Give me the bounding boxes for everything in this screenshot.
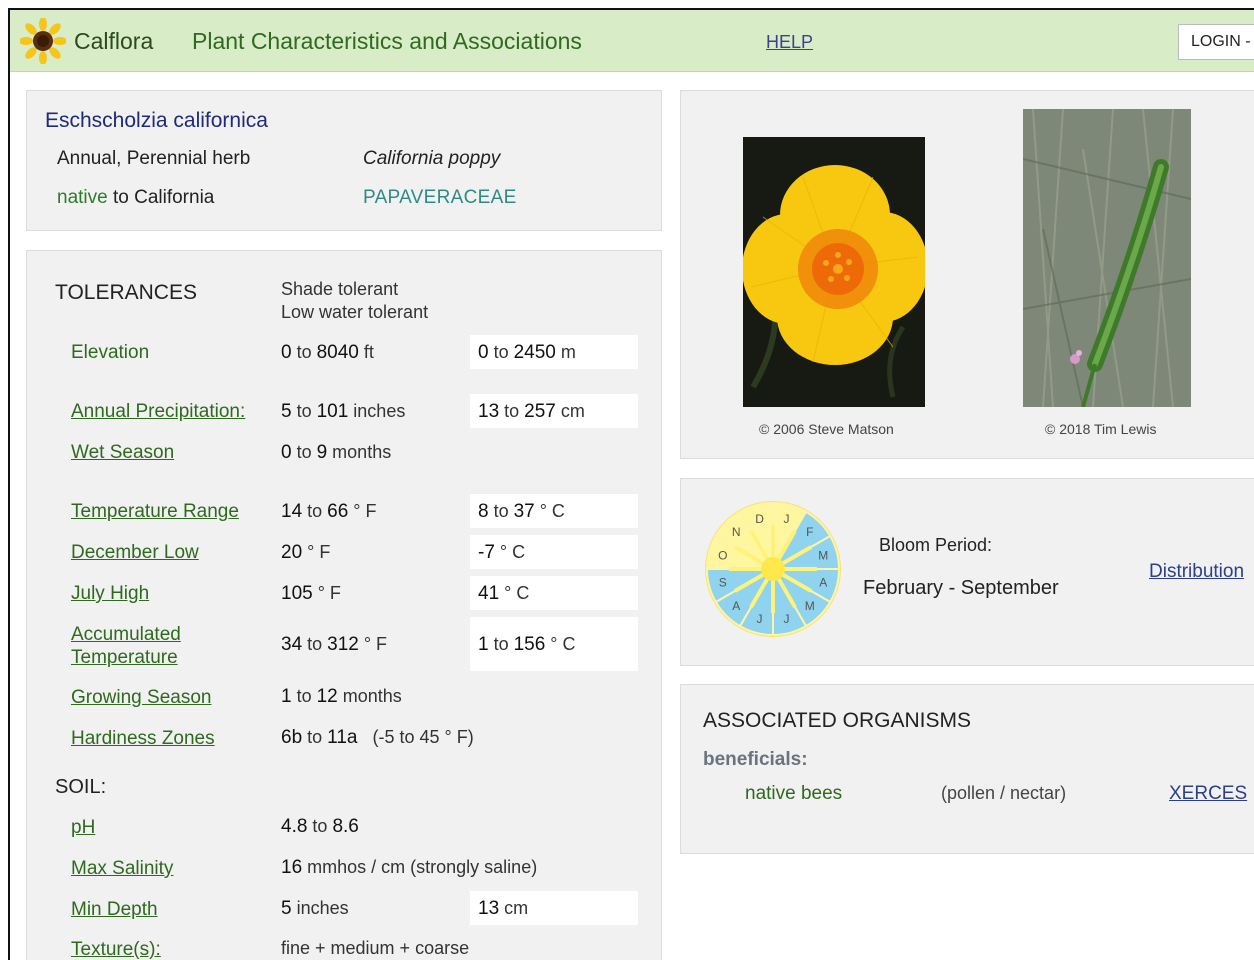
accumulated-temperature-c-box: 1 to 156 ° C (470, 617, 638, 671)
elevation-m-value: 0 to 2450 m (478, 342, 576, 363)
wet-season-link[interactable]: Wet Season (71, 442, 174, 464)
elevation-ft-value: 0 to 8040 ft (281, 342, 374, 363)
precipitation-inches-value: 5 to 101 inches (281, 401, 406, 422)
bloom-month-label-3: M (818, 549, 828, 563)
min-depth-cm-value: 13 cm (478, 898, 529, 919)
tolerances-panel: TOLERANCES Shade tolerant Low water tole… (26, 250, 662, 960)
brand-name[interactable]: Calflora (74, 28, 153, 55)
july-high-c-box: 41 ° C (470, 576, 638, 610)
max-salinity-value: 16 mmhos / cm (strongly saline) (281, 857, 538, 878)
temperature-range-f-value: 14 to 66 ° F (281, 501, 377, 522)
help-link[interactable]: HELP (766, 32, 813, 53)
annual-precipitation-link[interactable]: Annual Precipitation: (71, 401, 245, 423)
ph-link[interactable]: pH (71, 817, 95, 839)
poppy-seedpod-photo[interactable] (1023, 109, 1191, 407)
bloom-period-label: Bloom Period: (879, 535, 993, 555)
bloom-month-label-2: F (806, 525, 813, 539)
bloom-month-label-6: J (783, 612, 789, 626)
july-high-link[interactable]: July High (71, 583, 149, 605)
bloom-month-label-9: S (719, 575, 727, 589)
bloom-period-value: February - September (863, 577, 1059, 599)
common-name: California poppy (363, 148, 501, 169)
texture-value: fine + medium + coarse (281, 938, 470, 958)
accumulated-temperature-link-line1[interactable]: Accumulated (71, 624, 181, 646)
min-depth-link[interactable]: Min Depth (71, 899, 158, 921)
precipitation-cm-box: 13 to 257 cm (470, 394, 638, 428)
organism-name: native bees (745, 783, 843, 804)
poppy-flower-photo[interactable] (743, 137, 925, 407)
bloom-month-label-7: J (757, 612, 763, 626)
bloom-month-label-8: A (732, 599, 740, 613)
bloom-month-label-4: A (819, 575, 827, 589)
native-region: to California (107, 187, 215, 208)
elevation-label: Elevation (71, 342, 150, 363)
soil-heading: SOIL: (55, 776, 107, 798)
login-button[interactable]: LOGIN - (1178, 24, 1254, 60)
bloom-month-label-5: M (805, 599, 815, 613)
page-frame: Calflora Plant Characteristics and Assoc… (8, 8, 1254, 960)
december-low-c-value: -7 ° C (478, 542, 526, 563)
wet-season-value: 0 to 9 months (281, 442, 392, 463)
water-tolerance: Low water tolerant (281, 302, 429, 322)
photos-panel: © 2006 Steve Matson © 2018 Tim Lewis (680, 90, 1254, 459)
plant-family: PAPAVERACEAE (363, 187, 517, 208)
max-salinity-link[interactable]: Max Salinity (71, 858, 173, 880)
july-high-f-value: 105 ° F (281, 583, 341, 604)
native-word: native (57, 187, 108, 208)
december-low-f-value: 20 ° F (281, 542, 331, 563)
tolerances-heading: TOLERANCES (55, 281, 197, 304)
sunflower-logo-icon[interactable] (20, 18, 66, 64)
distribution-link[interactable]: Distribution (1149, 561, 1244, 583)
july-high-c-value: 41 ° C (478, 583, 530, 604)
poppy-seedpod-image (1023, 109, 1191, 407)
associated-organisms-panel: ASSOCIATED ORGANISMS beneficials: native… (680, 684, 1254, 854)
photo2-credit: © 2018 Tim Lewis (1045, 421, 1157, 437)
accumulated-temperature-c-value: 1 to 156 ° C (478, 634, 576, 655)
plant-summary-panel: Eschscholzia californica Annual, Perenni… (26, 90, 662, 231)
december-low-link[interactable]: December Low (71, 542, 199, 564)
scientific-name: Eschscholzia californica (45, 109, 268, 132)
plant-habit: Annual, Perennial herb (57, 148, 251, 169)
december-low-c-box: -7 ° C (470, 535, 638, 569)
hardiness-zones-value: 6b to 11a (-5 to 45 ° F) (281, 727, 474, 748)
min-depth-inches-value: 5 inches (281, 898, 349, 919)
min-depth-cm-box: 13 cm (470, 891, 638, 925)
accumulated-temperature-link-line2[interactable]: Temperature (71, 647, 178, 669)
growing-season-value: 1 to 12 months (281, 686, 402, 707)
site-header: Calflora Plant Characteristics and Assoc… (10, 10, 1254, 72)
poppy-flower-image (743, 137, 925, 407)
bloom-wheel-icon: JFMAMJJASOND (705, 501, 841, 637)
temperature-range-c-value: 8 to 37 ° C (478, 501, 565, 522)
bloom-month-label-1: J (783, 512, 789, 526)
growing-season-link[interactable]: Growing Season (71, 687, 211, 709)
texture-link[interactable]: Texture(s): (71, 939, 161, 960)
bloom-wheel-center (761, 557, 785, 581)
accumulated-temperature-f-value: 34 to 312 ° F (281, 634, 388, 655)
native-status: native to California (57, 187, 214, 209)
temperature-range-c-box: 8 to 37 ° C (470, 494, 638, 528)
photo1-credit: © 2006 Steve Matson (759, 421, 894, 437)
associated-organisms-heading: ASSOCIATED ORGANISMS (703, 709, 971, 732)
shade-tolerance: Shade tolerant (281, 279, 399, 299)
bloom-month-label-12: D (755, 512, 764, 526)
bloom-month-label-11: N (732, 525, 741, 539)
temperature-range-link[interactable]: Temperature Range (71, 501, 239, 523)
hardiness-zones-link[interactable]: Hardiness Zones (71, 728, 215, 750)
beneficials-label: beneficials: (703, 749, 808, 770)
ph-value: 4.8 to 8.6 (281, 816, 359, 837)
bloom-period-panel: JFMAMJJASOND Bloom Period: February - Se… (680, 478, 1254, 666)
precipitation-cm-value: 13 to 257 cm (478, 401, 585, 422)
page-title: Plant Characteristics and Associations (192, 28, 582, 54)
organism-resource: (pollen / nectar) (941, 783, 1067, 803)
elevation-m-box: 0 to 2450 m (470, 335, 638, 369)
bloom-month-label-10: O (718, 549, 727, 563)
xerces-link[interactable]: XERCES (1169, 783, 1247, 805)
